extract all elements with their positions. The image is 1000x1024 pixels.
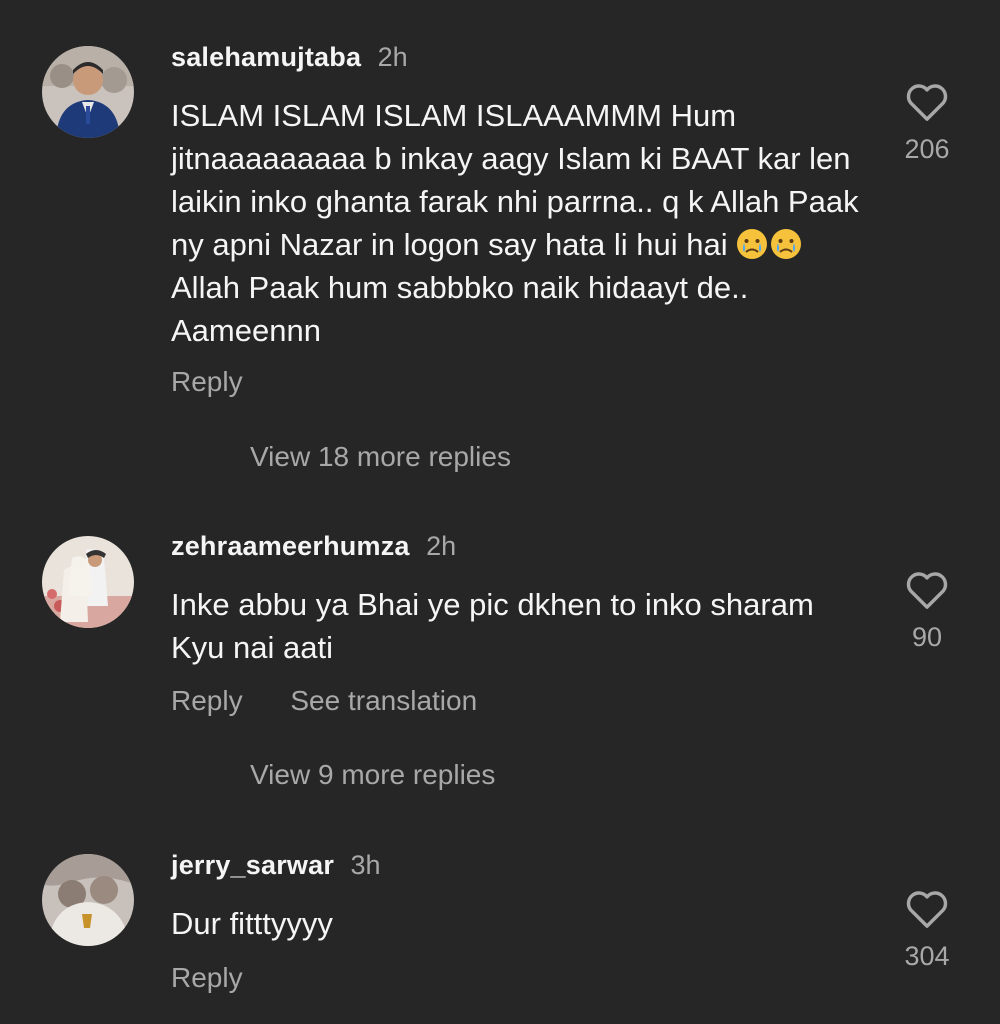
comment-text: ISLAM ISLAM ISLAM ISLAAAMMM Hum jitnaaaa… [171, 94, 861, 352]
crying-face-emoji [736, 228, 768, 260]
view-more-replies-button[interactable]: View 9 more replies [250, 759, 495, 791]
reply-button[interactable]: Reply [171, 962, 243, 993]
comment-header: jerry_sarwar 3h [171, 850, 381, 881]
avatar[interactable] [42, 854, 134, 946]
comment-text-part: Allah Paak hum sabbbko naik hidaayt de..… [171, 270, 749, 348]
like-button[interactable]: 90 [895, 568, 959, 653]
timestamp: 3h [350, 850, 381, 880]
comment-actions: Reply [171, 962, 283, 994]
comment-header: salehamujtaba 2h [171, 42, 408, 73]
heart-outline-icon [906, 84, 948, 121]
like-count: 304 [904, 941, 950, 971]
comment-actions: Reply See translation [171, 685, 517, 717]
like-button[interactable]: 206 [895, 80, 959, 165]
like-button[interactable]: 304 [895, 887, 959, 972]
reply-button[interactable]: Reply [171, 685, 243, 716]
heart-outline-icon [906, 891, 948, 928]
reply-button[interactable]: Reply [171, 366, 243, 397]
view-more-replies-button[interactable]: View 18 more replies [250, 441, 511, 473]
comment-text: Inke abbu ya Bhai ye pic dkhen to inko s… [171, 587, 814, 665]
comment-header: zehraameerhumza 2h [171, 531, 456, 562]
heart-outline-icon [906, 572, 948, 609]
avatar[interactable] [42, 46, 134, 138]
avatar[interactable] [42, 536, 134, 628]
username[interactable]: jerry_sarwar [171, 850, 334, 880]
like-count: 206 [904, 134, 950, 164]
timestamp: 2h [377, 42, 408, 72]
username[interactable]: zehraameerhumza [171, 531, 410, 561]
like-count: 90 [911, 622, 943, 652]
comment-actions: Reply [171, 366, 283, 398]
comment-text: Dur fitttyyyy [171, 906, 333, 941]
username[interactable]: salehamujtaba [171, 42, 361, 72]
see-translation-button[interactable]: See translation [290, 685, 477, 716]
crying-face-emoji [770, 228, 802, 260]
timestamp: 2h [426, 531, 457, 561]
